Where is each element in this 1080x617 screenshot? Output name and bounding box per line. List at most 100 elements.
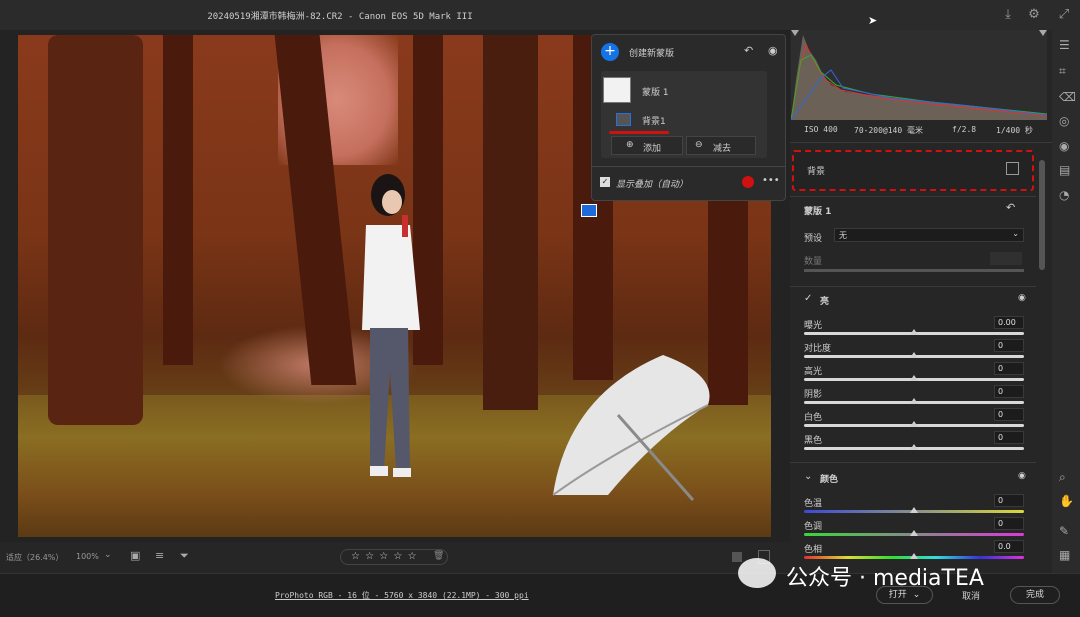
slider-value-input[interactable]: 0.00: [994, 316, 1024, 329]
redeye-icon[interactable]: ◉: [1059, 139, 1069, 153]
gear-icon[interactable]: ⚙: [1026, 7, 1042, 23]
hand-icon[interactable]: ✋: [1059, 494, 1074, 508]
eraser-icon[interactable]: ⌫: [1059, 90, 1076, 104]
slider-label: 曝光: [804, 321, 823, 331]
more-options-button[interactable]: •••: [762, 175, 780, 186]
sub-mask-name[interactable]: 背景1: [642, 114, 666, 127]
light-slider-row: 对比度 0: [804, 339, 1024, 361]
eye-icon[interactable]: ◉: [768, 44, 778, 57]
light-section-title: 亮: [820, 297, 830, 307]
panel-scrollbar[interactable]: [1039, 160, 1045, 270]
filter-icon[interactable]: ⏷: [180, 549, 189, 563]
slider-thumb[interactable]: [910, 444, 918, 450]
slider-thumb[interactable]: [910, 530, 918, 536]
subtract-label: 减去: [713, 144, 732, 154]
edit-icon[interactable]: ☰: [1059, 38, 1070, 52]
overlay-checkbox[interactable]: ✓: [600, 177, 610, 187]
zoom-100-button[interactable]: 100%: [76, 552, 99, 561]
overlay-label: 显示叠加（自动）: [616, 180, 689, 190]
iso-readout: ISO 400: [804, 125, 838, 134]
shutter-readout: 1/400 秒: [996, 126, 1033, 135]
preset-select[interactable]: 无 ⌄: [834, 228, 1024, 242]
add-label: 添加: [643, 144, 662, 154]
view-single-icon[interactable]: [732, 552, 742, 562]
slider-value-input[interactable]: 0: [994, 339, 1024, 352]
slider-label: 对比度: [804, 344, 832, 354]
canvas-bottom-bar: 适应（26.4%） 100% ⌄ ▣ ≡ ⏷ ☆ ☆ ☆ ☆ ☆ 🗑: [0, 542, 790, 573]
slider-thumb[interactable]: [910, 329, 918, 335]
color-eye-icon[interactable]: ◉: [1018, 471, 1026, 481]
zoom-icon[interactable]: ⌕: [1059, 470, 1066, 485]
divider: [790, 196, 1036, 197]
add-button[interactable]: ⊕ 添加: [611, 136, 683, 155]
light-slider-row: 黑色 0: [804, 431, 1024, 453]
mask-name[interactable]: 蒙版 1: [642, 85, 669, 98]
slider-thumb[interactable]: [910, 398, 918, 404]
light-slider-row: 阴影 0: [804, 385, 1024, 407]
slider-value-input[interactable]: 0: [994, 517, 1024, 530]
slider-thumb[interactable]: [910, 352, 918, 358]
zoom-fit-button[interactable]: 适应（26.4%）: [6, 552, 63, 563]
slider-value-input[interactable]: 0: [994, 362, 1024, 375]
tree-trunk: [163, 35, 193, 365]
person-figure: [362, 174, 420, 477]
sub-mask-thumbnail[interactable]: [616, 113, 631, 126]
chevron-down-icon: ⌄: [1012, 229, 1019, 238]
color-slider-row: 色调 0: [804, 517, 1024, 539]
create-mask-label: 创建新蒙版: [629, 49, 675, 59]
slider-thumb[interactable]: [910, 507, 918, 513]
cursor-icon: ➤: [868, 14, 878, 27]
compare-icon[interactable]: ▣: [130, 549, 140, 562]
slider-thumb[interactable]: [910, 553, 918, 559]
slider-label: 色调: [804, 522, 823, 532]
subtract-button[interactable]: ⊖ 减去: [686, 136, 756, 155]
umbrella: [552, 355, 710, 501]
sort-icon[interactable]: ≡: [155, 549, 164, 562]
slider-label: 阴影: [804, 390, 823, 400]
trash-icon[interactable]: 🗑: [433, 551, 444, 561]
mask-pin-icon[interactable]: [581, 204, 597, 217]
presets-icon[interactable]: ▤: [1059, 163, 1070, 177]
snapshot-icon[interactable]: ◔: [1059, 188, 1069, 202]
done-button[interactable]: 完成: [1010, 586, 1060, 604]
zoom-chevron-icon[interactable]: ⌄: [104, 550, 112, 560]
slider-value-input[interactable]: 0: [994, 408, 1024, 421]
slider-value-input[interactable]: 0: [994, 494, 1024, 507]
fullscreen-icon[interactable]: ⤢: [1056, 7, 1072, 23]
histogram: [791, 30, 1047, 120]
divider: [790, 462, 1036, 463]
eyedropper-icon[interactable]: ✎: [1059, 524, 1069, 538]
rating-control[interactable]: ☆ ☆ ☆ ☆ ☆ 🗑: [340, 549, 448, 565]
light-section-toggle[interactable]: ✓: [804, 293, 812, 304]
reset-icon[interactable]: ↶: [1006, 201, 1015, 214]
slider-value-input[interactable]: 0: [994, 385, 1024, 398]
mask-tool-icon[interactable]: ◎: [1059, 114, 1069, 128]
export-icon[interactable]: ⤓: [1000, 7, 1016, 23]
slider-thumb[interactable]: [910, 421, 918, 427]
slider-value-input[interactable]: 0: [994, 431, 1024, 444]
slider-value-input[interactable]: 0.0: [994, 540, 1024, 553]
grid-icon[interactable]: ▦: [1059, 548, 1070, 562]
overlay-color-swatch[interactable]: [742, 176, 754, 188]
undo-icon[interactable]: ↶: [744, 44, 753, 57]
color-section-toggle[interactable]: ⌄: [804, 471, 812, 482]
slider-label: 高光: [804, 367, 823, 377]
create-mask-button[interactable]: +: [601, 43, 619, 61]
preset-label: 预设: [804, 234, 823, 244]
aperture-readout: f/2.8: [952, 125, 977, 134]
color-section-title: 颜色: [820, 475, 839, 485]
add-icon: ⊕: [626, 140, 634, 150]
slider-thumb[interactable]: [910, 375, 918, 381]
light-eye-icon[interactable]: ◉: [1018, 293, 1026, 303]
preset-value: 无: [839, 231, 847, 240]
workflow-options-link[interactable]: ProPhoto RGB - 16 位 - 5760 x 3840 (22.1M…: [275, 590, 529, 601]
light-slider-row: 高光 0: [804, 362, 1024, 384]
right-panel: ISO 400 70-200@140 毫米 f/2.8 1/400 秒 背景 蒙…: [790, 30, 1052, 573]
crop-icon[interactable]: ⌗: [1059, 64, 1066, 79]
mask-thumbnail[interactable]: [603, 77, 631, 103]
selected-mask-card[interactable]: 背景: [792, 150, 1034, 191]
slider-label: 色相: [804, 545, 823, 555]
divider: [790, 142, 1052, 143]
tree-trunk: [483, 35, 538, 410]
rating-stars[interactable]: ☆ ☆ ☆ ☆ ☆: [351, 551, 418, 562]
